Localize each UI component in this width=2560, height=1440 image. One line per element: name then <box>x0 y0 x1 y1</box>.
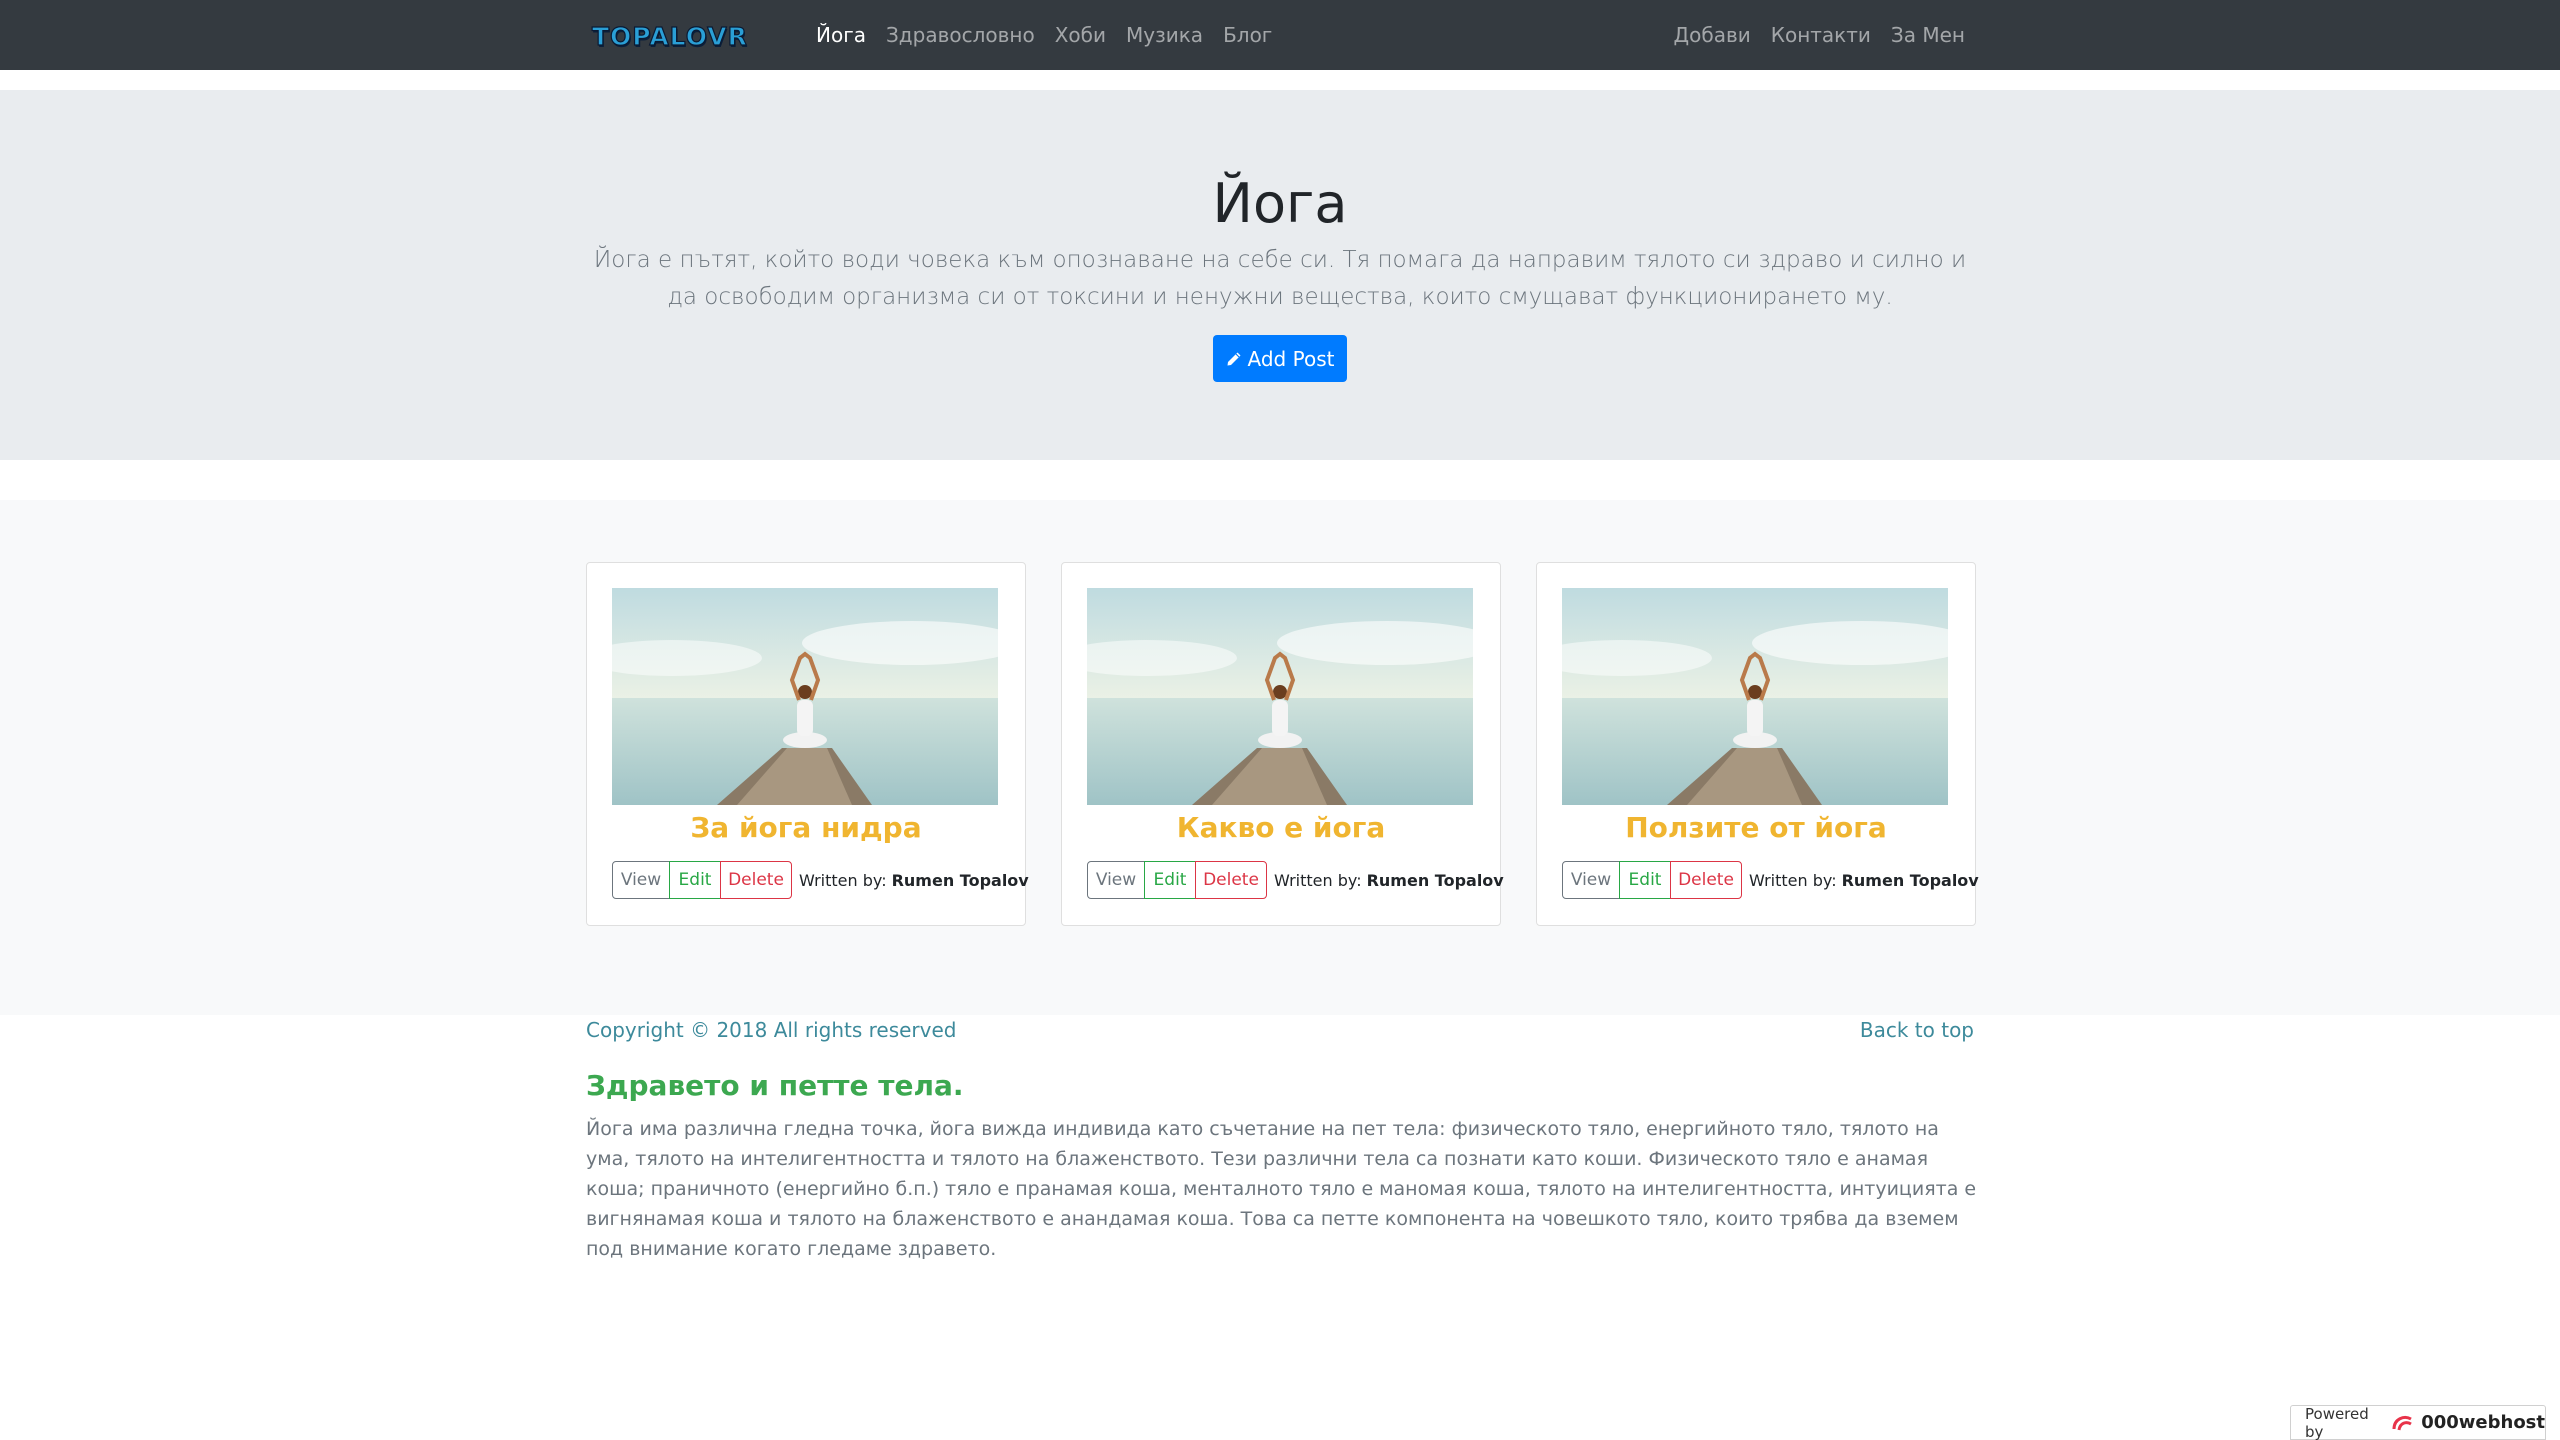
view-button[interactable]: View <box>612 861 670 899</box>
page-title: Йога <box>1212 172 1348 235</box>
written-by-label: Written by: <box>1749 870 1837 890</box>
nav-link-healthy[interactable]: Здравословно <box>886 23 1035 47</box>
nav-link-about[interactable]: За Мен <box>1891 23 1965 47</box>
card-author: Written by: Rumen Topalov <box>1274 861 1504 899</box>
post-card: Ползите от йога View Edit Delete Written… <box>1536 562 1979 926</box>
info-heading: Здравето и петте тела. <box>586 1069 964 1102</box>
edit-button[interactable]: Edit <box>1619 861 1671 899</box>
view-button[interactable]: View <box>1562 861 1620 899</box>
card-image[interactable] <box>1562 588 1948 805</box>
powered-by-label: Powered by <box>2305 1404 2369 1440</box>
edit-button[interactable]: Edit <box>1144 861 1196 899</box>
nav-left: Йога Здравословно Хоби Музика Блог <box>816 0 1272 70</box>
author-name: Rumen Topalov <box>1366 870 1504 890</box>
navbar: TOPALOVR Йога Здравословно Хоби Музика Б… <box>0 0 2560 70</box>
page-lead: Йога е пътят, който води човека към опоз… <box>593 247 1967 310</box>
view-button[interactable]: View <box>1087 861 1145 899</box>
nav-link-contacts[interactable]: Контакти <box>1771 23 1871 47</box>
nav-link-hobby[interactable]: Хоби <box>1055 23 1106 47</box>
yoga-pier-image <box>1562 588 1948 805</box>
yoga-pier-image <box>612 588 998 805</box>
yoga-pier-image <box>1087 588 1473 805</box>
add-post-label: Add Post <box>1247 346 1335 371</box>
jumbotron: Йога Йога е пътят, който води човека към… <box>0 90 2560 460</box>
card-author: Written by: Rumen Topalov <box>799 861 1029 899</box>
powered-by-badge[interactable]: Powered by 000webhost <box>2290 1405 2546 1440</box>
back-to-top-link[interactable]: Back to top <box>1860 1018 1974 1042</box>
card-title[interactable]: Какво е йога <box>1062 809 1500 847</box>
post-card: Какво е йога View Edit Delete Written by… <box>1061 562 1504 926</box>
nav-right: Добави Контакти За Мен <box>1674 0 1965 70</box>
nav-link-yoga[interactable]: Йога <box>816 23 866 47</box>
post-card: За йога нидра View Edit Delete Written b… <box>586 562 1029 926</box>
copyright-text: Copyright © 2018 All rights reserved <box>586 1018 957 1042</box>
edit-button[interactable]: Edit <box>669 861 721 899</box>
nav-link-add[interactable]: Добави <box>1674 23 1751 47</box>
card-actions: View Edit Delete <box>612 861 792 899</box>
written-by-label: Written by: <box>1274 870 1362 890</box>
webhost-brand: 000webhost <box>2421 1412 2545 1433</box>
card-title[interactable]: За йога нидра <box>587 809 1025 847</box>
card-actions: View Edit Delete <box>1087 861 1267 899</box>
card-image[interactable] <box>612 588 998 805</box>
nav-link-music[interactable]: Музика <box>1126 23 1203 47</box>
author-name: Rumen Topalov <box>1841 870 1979 890</box>
pencil-icon <box>1227 352 1241 365</box>
album-section: За йога нидра View Edit Delete Written b… <box>0 500 2560 1015</box>
nav-link-blog[interactable]: Блог <box>1223 23 1272 47</box>
author-name: Rumen Topalov <box>891 870 1029 890</box>
card-actions: View Edit Delete <box>1562 861 1742 899</box>
card-title[interactable]: Ползите от йога <box>1537 809 1975 847</box>
written-by-label: Written by: <box>799 870 887 890</box>
brand-text[interactable]: TOPALOVR <box>591 21 748 51</box>
delete-button[interactable]: Delete <box>720 861 792 899</box>
delete-button[interactable]: Delete <box>1670 861 1742 899</box>
delete-button[interactable]: Delete <box>1195 861 1267 899</box>
webhost-icon <box>2392 1415 2412 1430</box>
card-image[interactable] <box>1087 588 1473 805</box>
add-post-button[interactable]: Add Post <box>1213 335 1347 382</box>
brand-logo[interactable]: TOPALOVR <box>591 21 780 52</box>
info-paragraph: Йога има различна гледна точка, йога виж… <box>586 1118 1977 1260</box>
webhost-logo: 000webhost <box>2391 1412 2545 1433</box>
card-author: Written by: Rumen Topalov <box>1749 861 1979 899</box>
